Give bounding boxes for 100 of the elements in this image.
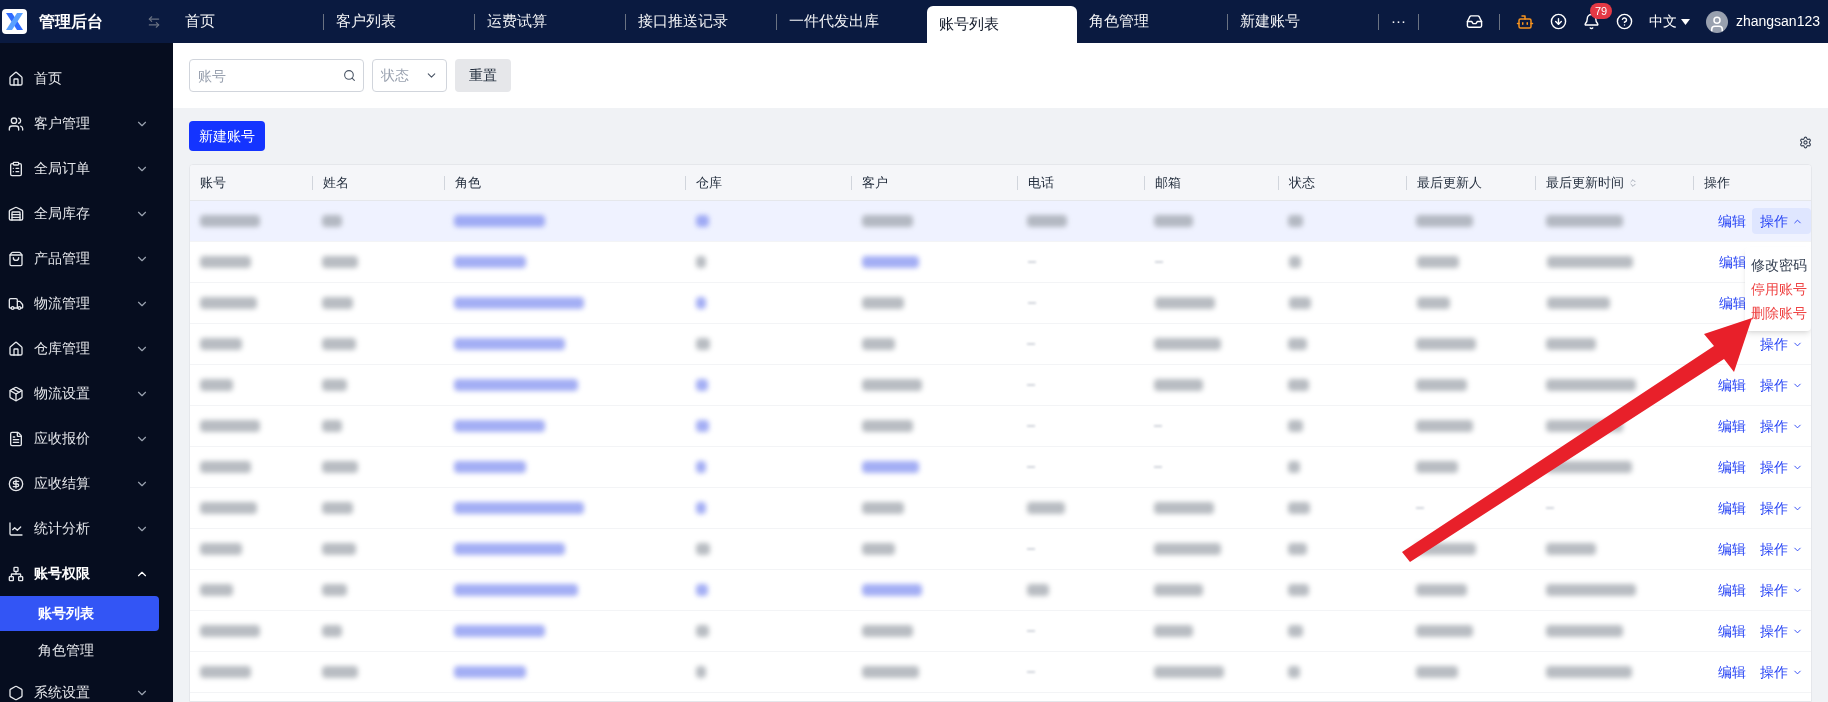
blurred-text xyxy=(861,338,895,350)
tab[interactable]: 账号列表 xyxy=(927,6,1077,43)
help-icon[interactable] xyxy=(1615,13,1633,30)
action-dropdown-button[interactable]: 操作 xyxy=(1752,331,1811,357)
sidebar-item[interactable]: 全局订单 xyxy=(0,146,173,191)
inbox-icon[interactable] xyxy=(1465,13,1483,30)
submenu-item[interactable]: 角色管理 xyxy=(0,633,159,668)
blurred-text xyxy=(861,379,922,391)
edit-link[interactable]: 编辑 xyxy=(1719,293,1747,314)
blurred-text xyxy=(1416,215,1474,227)
menu-icon xyxy=(8,340,24,357)
submenu-item[interactable]: 账号列表 xyxy=(0,596,159,631)
menu-item[interactable]: 删除账号 xyxy=(1745,301,1811,325)
edit-link[interactable]: 编辑 xyxy=(1718,416,1746,437)
action-dropdown-button[interactable]: 操作 xyxy=(1752,495,1811,521)
blurred-text xyxy=(321,584,347,596)
column-header: 操作 xyxy=(1704,173,1731,192)
edit-link[interactable]: 编辑 xyxy=(1719,252,1747,273)
edit-link[interactable]: 编辑 xyxy=(1718,662,1746,683)
menu-item[interactable]: 修改密码 xyxy=(1745,253,1811,277)
tab[interactable]: 客户列表 xyxy=(324,0,474,43)
edit-link[interactable]: 编辑 xyxy=(1718,211,1746,232)
sidebar-item[interactable]: 系统设置 xyxy=(0,670,173,702)
blurred-text xyxy=(1288,379,1310,391)
sidebar-item[interactable]: 应收报价 xyxy=(0,416,173,461)
action-dropdown-button[interactable]: 操作 xyxy=(1752,372,1811,398)
blurred-text xyxy=(1288,543,1308,555)
menu-item[interactable]: 停用账号 xyxy=(1745,277,1811,301)
blurred-text xyxy=(1154,215,1194,227)
blurred-text xyxy=(861,625,913,637)
tab[interactable]: 新建账号 xyxy=(1228,0,1378,43)
blurred-text xyxy=(200,215,260,227)
sidebar-item[interactable]: 产品管理 xyxy=(0,236,173,281)
new-account-button[interactable]: 新建账号 xyxy=(189,121,265,151)
edit-link[interactable]: 编辑 xyxy=(1718,375,1746,396)
action-dropdown-button[interactable]: 操作 xyxy=(1752,618,1811,644)
action-dropdown-button[interactable]: 操作 xyxy=(1752,454,1811,480)
blurred-text xyxy=(696,256,706,268)
column-header[interactable]: 最后更新时间 xyxy=(1546,172,1639,193)
blurred-text xyxy=(321,338,356,350)
action-dropdown-button[interactable]: 操作 xyxy=(1752,413,1811,439)
robot-icon[interactable] xyxy=(1515,12,1534,31)
app-title: 管理后台 xyxy=(39,11,103,32)
edit-link[interactable]: 编辑 xyxy=(1718,580,1746,601)
blurred-text xyxy=(454,256,526,268)
blurred-text xyxy=(1288,461,1301,473)
blurred-text xyxy=(200,502,257,514)
edit-link[interactable]: 编辑 xyxy=(1718,621,1746,642)
column-header: 最后更新人 xyxy=(1416,173,1482,192)
blurred-text xyxy=(861,461,919,473)
sidebar-item[interactable]: 账号权限 xyxy=(0,551,173,596)
account-search-field[interactable]: 账号 xyxy=(189,59,364,92)
blurred-text xyxy=(861,420,913,432)
blurred-text xyxy=(1416,338,1477,350)
tab[interactable]: 首页 xyxy=(173,0,323,43)
collapse-icon[interactable] xyxy=(147,14,161,29)
notification-badge: 79 xyxy=(1589,3,1613,19)
reset-button[interactable]: 重置 xyxy=(455,59,511,92)
blurred-text xyxy=(695,461,706,473)
action-dropdown-button[interactable]: 操作 xyxy=(1752,577,1811,603)
column-header: 状态 xyxy=(1288,173,1315,192)
sidebar-item[interactable]: 物流设置 xyxy=(0,371,173,416)
avatar[interactable] xyxy=(1705,10,1728,33)
sidebar-item[interactable]: 全局库存 xyxy=(0,191,173,236)
blurred-text xyxy=(861,502,904,514)
more-tabs[interactable]: ··· xyxy=(1379,10,1418,33)
action-dropdown-button[interactable]: 操作 xyxy=(1752,659,1811,685)
edit-link[interactable]: 编辑 xyxy=(1718,498,1746,519)
bell-icon[interactable] xyxy=(1582,13,1600,30)
sidebar-item[interactable]: 客户管理 xyxy=(0,101,173,146)
download-icon[interactable] xyxy=(1549,13,1567,30)
edit-link[interactable]: 编辑 xyxy=(1718,457,1746,478)
blurred-text xyxy=(1416,625,1474,637)
tab[interactable]: 角色管理 xyxy=(1077,0,1227,43)
language-select[interactable]: 中文 xyxy=(1648,11,1690,32)
blurred-text xyxy=(1288,420,1304,432)
sidebar-item[interactable]: 仓库管理 xyxy=(0,326,173,371)
blurred-text xyxy=(1288,584,1310,596)
menu-icon xyxy=(8,475,24,492)
action-dropdown-button[interactable]: 操作 xyxy=(1752,208,1811,234)
menu-icon xyxy=(8,684,24,701)
tab[interactable]: 接口推送记录 xyxy=(626,0,776,43)
sidebar-item[interactable]: 物流管理 xyxy=(0,281,173,326)
blurred-text xyxy=(200,584,233,596)
user-name[interactable]: zhangsan123 xyxy=(1735,11,1820,32)
logo-icon xyxy=(2,9,27,34)
column-header: 邮箱 xyxy=(1154,173,1181,192)
sidebar-item[interactable]: 首页 xyxy=(0,56,173,101)
blurred-text xyxy=(862,256,919,268)
tab[interactable]: 运费试算 xyxy=(475,0,625,43)
menu-icon xyxy=(8,520,24,537)
action-dropdown-button[interactable]: 操作 xyxy=(1752,536,1811,562)
sidebar-item[interactable]: 统计分析 xyxy=(0,506,173,551)
sidebar-item[interactable]: 应收结算 xyxy=(0,461,173,506)
column-header: 角色 xyxy=(454,173,481,192)
edit-link[interactable]: 编辑 xyxy=(1718,539,1746,560)
blurred-text xyxy=(862,297,904,309)
tab[interactable]: 一件代发出库 xyxy=(777,0,927,43)
blurred-text xyxy=(1154,625,1194,637)
settings-icon[interactable] xyxy=(1799,135,1812,149)
